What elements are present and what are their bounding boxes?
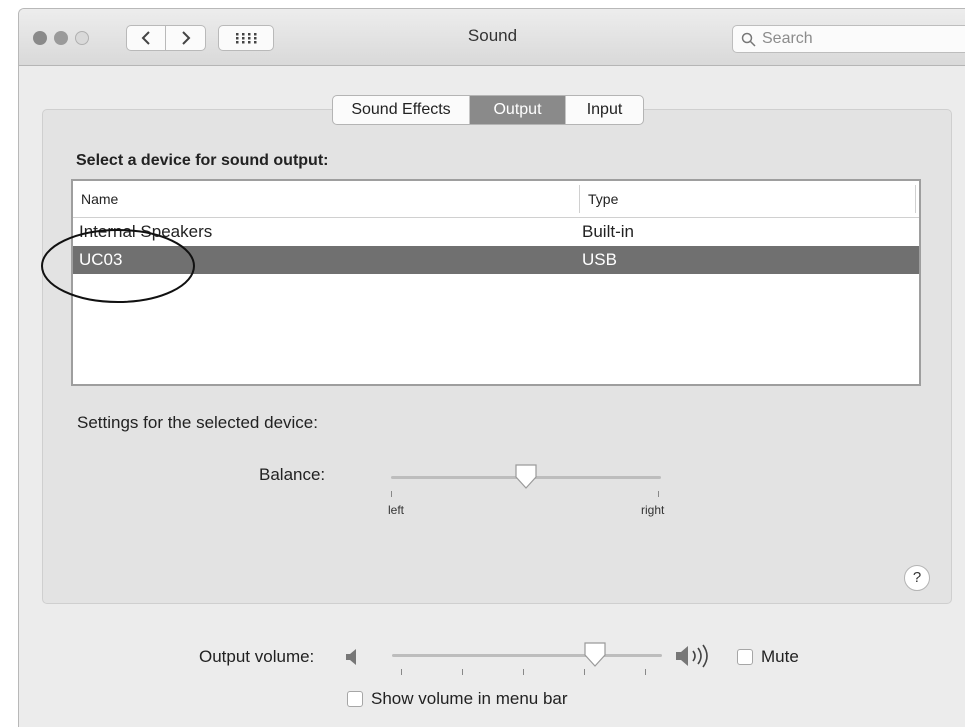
help-button[interactable]: ? xyxy=(904,565,930,591)
balance-left-label: left xyxy=(388,503,405,517)
device-name: UC03 xyxy=(79,250,123,269)
column-divider xyxy=(579,185,580,213)
column-divider xyxy=(915,185,916,213)
tab-input[interactable]: Input xyxy=(566,96,643,124)
column-header-type[interactable]: Type xyxy=(588,191,618,207)
show-volume-checkbox-box[interactable] xyxy=(347,691,363,707)
volume-tick xyxy=(584,669,585,675)
balance-slider[interactable]: left right xyxy=(388,463,665,523)
mute-checkbox-box[interactable] xyxy=(737,649,753,665)
volume-low-icon xyxy=(346,649,356,665)
device-type: USB xyxy=(582,250,617,269)
mute-checkbox[interactable]: Mute xyxy=(737,647,799,667)
column-header-name[interactable]: Name xyxy=(81,191,118,207)
volume-high-icon xyxy=(676,644,708,668)
balance-tick xyxy=(658,491,659,497)
output-device-table[interactable]: Name Type Internal Speakers Built-in UC0… xyxy=(71,179,921,386)
device-list-heading: Select a device for sound output: xyxy=(76,152,329,169)
show-volume-label: Show volume in menu bar xyxy=(371,689,568,708)
balance-knob[interactable] xyxy=(513,463,539,491)
table-row-selected[interactable]: UC03 USB xyxy=(73,246,919,274)
mute-label: Mute xyxy=(761,647,799,666)
volume-track xyxy=(392,654,662,657)
volume-tick xyxy=(462,669,463,675)
volume-knob[interactable] xyxy=(582,641,608,669)
search-field[interactable]: Search xyxy=(732,25,965,53)
tab-output[interactable]: Output xyxy=(470,96,566,124)
balance-label: Balance: xyxy=(259,465,326,484)
balance-tick xyxy=(391,491,392,497)
tab-bar: Sound Effects Output Input xyxy=(332,95,644,125)
sound-preferences-window: Sound Search Sound Effects Output Input … xyxy=(18,8,965,727)
title-bar: Sound Search xyxy=(19,9,965,66)
settings-heading: Settings for the selected device: xyxy=(77,413,318,432)
table-header: Name Type xyxy=(73,181,919,218)
device-name: Internal Speakers xyxy=(79,222,213,241)
search-icon xyxy=(741,32,756,47)
volume-tick xyxy=(645,669,646,675)
volume-tick xyxy=(523,669,524,675)
device-type: Built-in xyxy=(582,222,634,241)
output-volume-label: Output volume: xyxy=(199,647,315,666)
show-volume-in-menu-bar-checkbox[interactable]: Show volume in menu bar xyxy=(347,689,568,709)
search-placeholder: Search xyxy=(762,30,813,47)
output-volume-slider[interactable] xyxy=(392,641,662,681)
balance-right-label: right xyxy=(641,503,665,517)
volume-tick xyxy=(401,669,402,675)
tab-sound-effects[interactable]: Sound Effects xyxy=(333,96,470,124)
table-row[interactable]: Internal Speakers Built-in xyxy=(73,218,919,246)
